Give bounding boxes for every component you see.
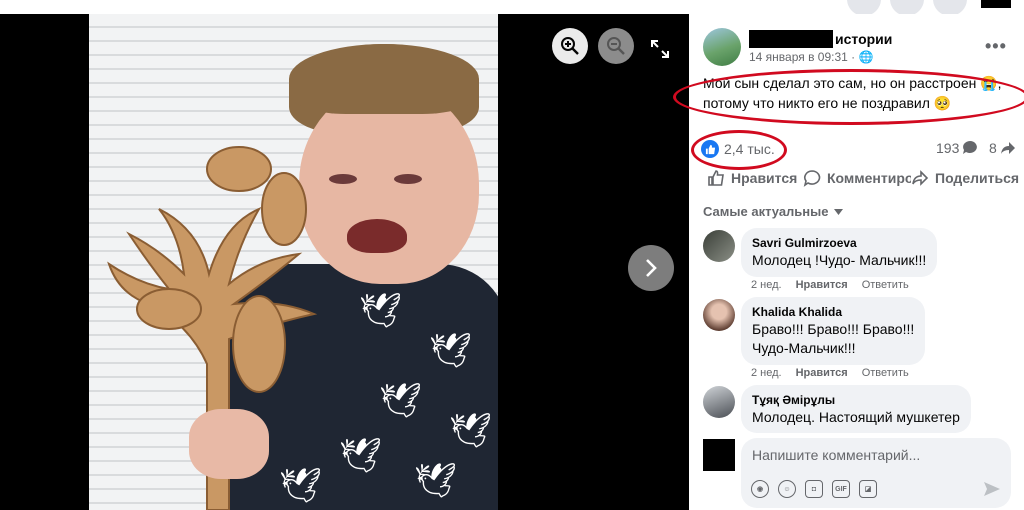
comment-author[interactable]: Тұяқ Әмірұлы (752, 392, 960, 408)
zoom-out-button[interactable] (598, 28, 634, 64)
page-name[interactable]: истории (835, 31, 892, 47)
comment-bubble: Тұяқ Әмірұлы Молодец. Настоящий мушкетер (741, 385, 971, 433)
comment-bubble: Khalida Khalida Браво!!! Браво!!! Браво!… (741, 297, 926, 365)
zoom-in-button[interactable] (552, 28, 588, 64)
comment-text: Молодец. Настоящий мушкетер (752, 409, 960, 425)
comment-bubble-icon (963, 141, 978, 154)
comment-reply-link[interactable]: Ответить (862, 279, 909, 291)
sticker-icon[interactable]: ◪ (859, 480, 877, 498)
boy-mouth (347, 219, 407, 253)
expand-icon[interactable] (648, 37, 672, 61)
share-arrow-icon (1000, 142, 1015, 154)
top-bar (0, 0, 1024, 16)
gif-icon[interactable]: GIF (832, 480, 850, 498)
post-side-panel: истории 14 января в 09:31 · 🌐 ••• Мой сы… (673, 14, 1024, 510)
comment-bubble: Savri Gulmirzoeva Молодец !Чудо- Мальчик… (741, 228, 938, 277)
current-user-avatar-redacted[interactable] (703, 439, 735, 471)
next-photo-button[interactable] (628, 245, 674, 291)
like-reaction-icon[interactable] (701, 140, 719, 158)
commenter-avatar[interactable] (703, 386, 735, 418)
zoom-in-icon (561, 37, 579, 55)
boy-hand (189, 409, 269, 479)
share-count[interactable]: 8 (989, 140, 1016, 156)
emoji-icon[interactable]: ☺ (778, 480, 796, 498)
zoom-out-icon (607, 37, 625, 55)
comment-like-link[interactable]: Нравится (796, 279, 848, 291)
post-photo: 🕊 🕊 🕊 🕊 🕊 🕊 🕊 (89, 14, 498, 510)
share-button[interactable]: Поделиться (911, 169, 1020, 187)
comment-icon (803, 170, 821, 187)
comment-input[interactable]: Напишите комментарий... (752, 447, 920, 463)
caret-down-icon (833, 208, 843, 215)
comment-text: Чудо-Мальчик!!! (752, 340, 856, 356)
thumbs-up-icon (708, 170, 724, 186)
redacted-name (749, 30, 833, 48)
post-date[interactable]: 14 января в 09:31 · 🌐 (749, 50, 873, 64)
profile-avatar-redacted[interactable] (981, 0, 1011, 8)
post-actions: Нравится Комментировать Поделиться (703, 169, 1020, 193)
comment-like-link[interactable]: Нравится (796, 367, 848, 379)
like-button[interactable]: Нравится (707, 169, 797, 187)
reaction-count[interactable]: 2,4 тыс. (724, 141, 775, 157)
comment-meta: 2 нед. Нравится Ответить (751, 367, 909, 379)
commenter-avatar[interactable] (703, 230, 735, 262)
page-avatar[interactable] (703, 28, 741, 66)
comment-author[interactable]: Savri Gulmirzoeva (752, 235, 926, 251)
post-text: Мой сын сделал это сам, но он расстроен … (703, 75, 1002, 111)
share-icon (912, 170, 929, 186)
comment-reply-link[interactable]: Ответить (862, 367, 909, 379)
comments-sort-dropdown[interactable]: Самые актуальные (703, 204, 843, 219)
chevron-right-icon (646, 259, 657, 277)
avatar-sticker-icon[interactable]: ◉ (751, 480, 769, 498)
send-icon[interactable] (983, 480, 1001, 498)
composer-tools: ◉ ☺ ◘ GIF ◪ (751, 480, 877, 498)
camera-icon[interactable]: ◘ (805, 480, 823, 498)
comment-text: Молодец !Чудо- Мальчик!!! (752, 252, 927, 268)
more-options-icon[interactable]: ••• (985, 36, 1007, 57)
comment-text: Браво!!! Браво!!! Браво!!! (752, 321, 915, 337)
comment-author[interactable]: Khalida Khalida (752, 304, 914, 320)
photo-viewer: 🕊 🕊 🕊 🕊 🕊 🕊 🕊 (0, 14, 689, 510)
commenter-avatar[interactable] (703, 299, 735, 331)
comment-composer[interactable]: Напишите комментарий... ◉ ☺ ◘ GIF ◪ (741, 438, 1011, 508)
comment-count[interactable]: 193 (936, 140, 978, 156)
comment-meta: 2 нед. Нравится Ответить (751, 279, 909, 291)
